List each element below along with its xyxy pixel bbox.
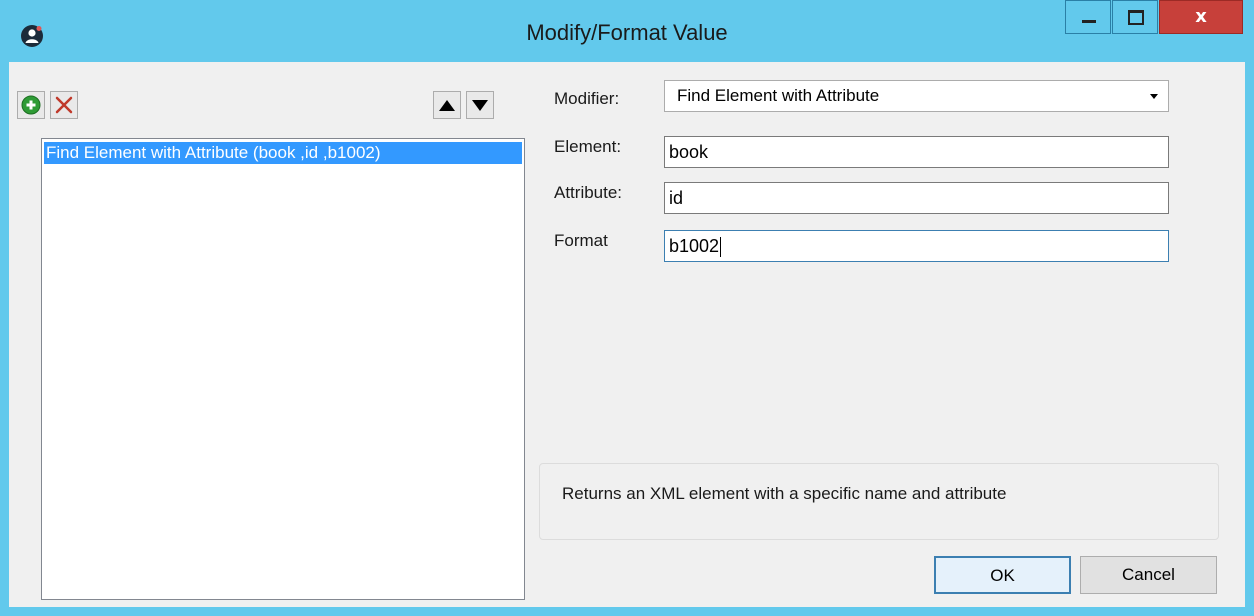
attribute-value: id bbox=[669, 188, 684, 208]
cancel-button[interactable]: Cancel bbox=[1080, 556, 1217, 594]
modifiers-list[interactable]: Find Element with Attribute (book ,id ,b… bbox=[41, 138, 525, 600]
list-item[interactable]: Find Element with Attribute (book ,id ,b… bbox=[44, 142, 522, 164]
move-down-button[interactable] bbox=[466, 91, 494, 119]
plus-circle-icon bbox=[21, 95, 41, 115]
minimize-button[interactable] bbox=[1065, 0, 1111, 34]
element-value: book bbox=[669, 142, 709, 162]
title-bar[interactable]: Modify/Format Value x bbox=[0, 0, 1254, 62]
maximize-button[interactable] bbox=[1112, 0, 1158, 34]
format-value: b1002 bbox=[669, 236, 720, 256]
chevron-down-icon bbox=[1150, 94, 1158, 99]
description-panel: Returns an XML element with a specific n… bbox=[539, 463, 1219, 540]
element-field[interactable]: book bbox=[664, 136, 1169, 168]
ok-button[interactable]: OK bbox=[934, 556, 1071, 594]
modifier-select[interactable]: Find Element with Attribute bbox=[664, 80, 1169, 112]
element-label: Element: bbox=[554, 137, 622, 156]
move-up-button[interactable] bbox=[433, 91, 461, 119]
dialog-body: Find Element with Attribute (book ,id ,b… bbox=[9, 62, 1245, 607]
description-text: Returns an XML element with a specific n… bbox=[562, 484, 1007, 503]
add-modifier-button[interactable] bbox=[17, 91, 45, 119]
format-label: Format bbox=[554, 231, 608, 250]
attribute-label: Attribute: bbox=[554, 183, 623, 202]
delete-modifier-button[interactable] bbox=[50, 91, 78, 119]
triangle-down-icon bbox=[472, 100, 488, 111]
text-caret bbox=[720, 237, 722, 258]
red-x-icon bbox=[55, 96, 73, 114]
modifier-label: Modifier: bbox=[554, 89, 620, 108]
close-button[interactable]: x bbox=[1159, 0, 1243, 34]
close-icon: x bbox=[1195, 6, 1207, 27]
attribute-field[interactable]: id bbox=[664, 182, 1169, 214]
format-field[interactable]: b1002 bbox=[664, 230, 1169, 262]
dialog-window: Modify/Format Value x Find Element with … bbox=[0, 0, 1254, 616]
modifier-select-value: Find Element with Attribute bbox=[677, 86, 880, 105]
triangle-up-icon bbox=[439, 100, 455, 111]
